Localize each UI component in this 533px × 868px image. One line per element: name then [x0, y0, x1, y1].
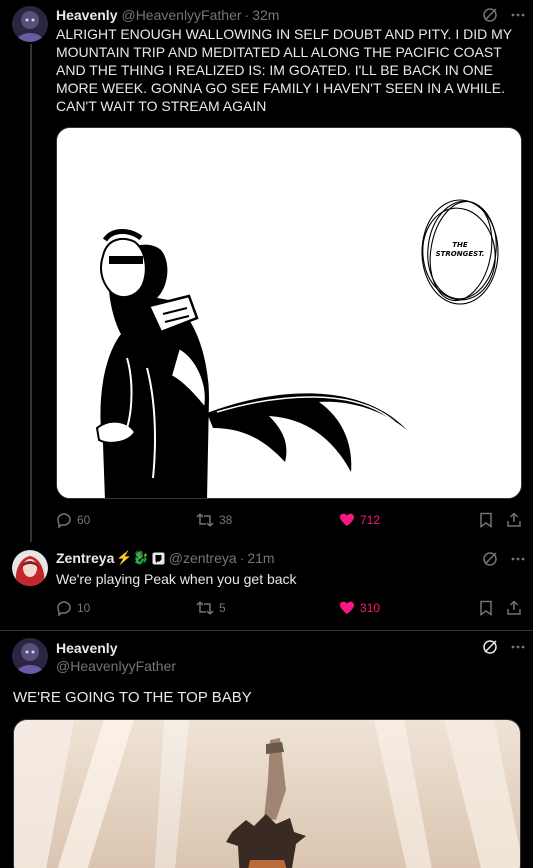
- repost-button[interactable]: 5: [196, 598, 226, 618]
- like-count: 310: [360, 601, 381, 615]
- repost-icon: [196, 513, 214, 527]
- repost-icon: [196, 601, 214, 615]
- more-options-icon[interactable]: [508, 549, 528, 569]
- user-handle[interactable]: @HeavenlyyFather: [56, 657, 176, 675]
- bookmark-icon: [480, 600, 492, 616]
- avatar[interactable]: [12, 638, 48, 674]
- anime-still-icon: [14, 720, 520, 868]
- twitch-icon: [152, 552, 165, 565]
- separator-dot: ·: [244, 7, 250, 23]
- reply-button[interactable]: 10: [56, 598, 90, 618]
- action-bar: 10 5 310: [56, 598, 522, 618]
- repost-count: 5: [219, 601, 226, 615]
- display-name[interactable]: Heavenly: [56, 7, 117, 23]
- post-text: We're playing Peak when you get back: [56, 571, 297, 587]
- grok-icon[interactable]: [480, 549, 500, 569]
- more-options-icon[interactable]: [508, 637, 528, 657]
- user-handle[interactable]: @HeavenlyyFather: [121, 7, 241, 23]
- share-icon: [507, 512, 521, 527]
- grok-icon[interactable]: [480, 5, 500, 25]
- avatar[interactable]: [12, 550, 48, 586]
- post-top-icons: [480, 549, 528, 569]
- post-image[interactable]: [13, 719, 521, 868]
- speech-text: THE STRONGEST.: [435, 241, 485, 258]
- reply-icon: [57, 601, 71, 616]
- post-time[interactable]: 21m: [247, 550, 274, 566]
- thread-line: [30, 44, 32, 542]
- repost-count: 38: [219, 513, 233, 527]
- bookmark-button[interactable]: [479, 510, 493, 530]
- like-count: 712: [360, 513, 381, 527]
- reply-button[interactable]: 60: [56, 510, 90, 530]
- post-header: Zentreya ⚡🐉 @zentreya · 21m: [56, 550, 275, 566]
- post-header: Heavenly @HeavenlyyFather: [56, 639, 176, 675]
- like-button[interactable]: 310: [339, 598, 380, 618]
- post-text: WE'RE GOING TO THE TOP BABY: [13, 689, 252, 706]
- post-top-icons: [480, 637, 528, 657]
- like-button[interactable]: 712: [339, 510, 380, 530]
- grok-icon[interactable]: [480, 637, 500, 657]
- bookmark-button[interactable]: [479, 598, 493, 618]
- divider: [0, 630, 533, 631]
- bookmark-icon: [480, 512, 492, 528]
- post-top-icons: [480, 5, 528, 25]
- reply-icon: [57, 513, 71, 528]
- display-name[interactable]: Zentreya: [56, 550, 114, 566]
- post-text: ALRIGHT ENOUGH WALLOWING IN SELF DOUBT A…: [56, 26, 512, 114]
- name-emoji: ⚡🐉: [116, 550, 149, 565]
- post-header: Heavenly @HeavenlyyFather · 32m: [56, 7, 279, 23]
- reply-count: 60: [77, 513, 91, 527]
- avatar[interactable]: [12, 6, 48, 42]
- post-image[interactable]: THE STRONGEST.: [56, 127, 522, 499]
- post-time[interactable]: 32m: [252, 7, 279, 23]
- reply-count: 10: [77, 601, 91, 615]
- share-button[interactable]: [506, 510, 522, 530]
- display-name[interactable]: Heavenly: [56, 639, 176, 657]
- manga-panel-icon: [57, 128, 521, 498]
- heart-icon: [340, 513, 354, 526]
- share-icon: [507, 600, 521, 615]
- more-options-icon[interactable]: [508, 5, 528, 25]
- share-button[interactable]: [506, 598, 522, 618]
- heart-icon: [340, 601, 354, 614]
- action-bar: 60 38 712: [56, 510, 522, 530]
- separator-dot: ·: [239, 550, 245, 566]
- repost-button[interactable]: 38: [196, 510, 232, 530]
- user-handle[interactable]: @zentreya: [169, 550, 237, 566]
